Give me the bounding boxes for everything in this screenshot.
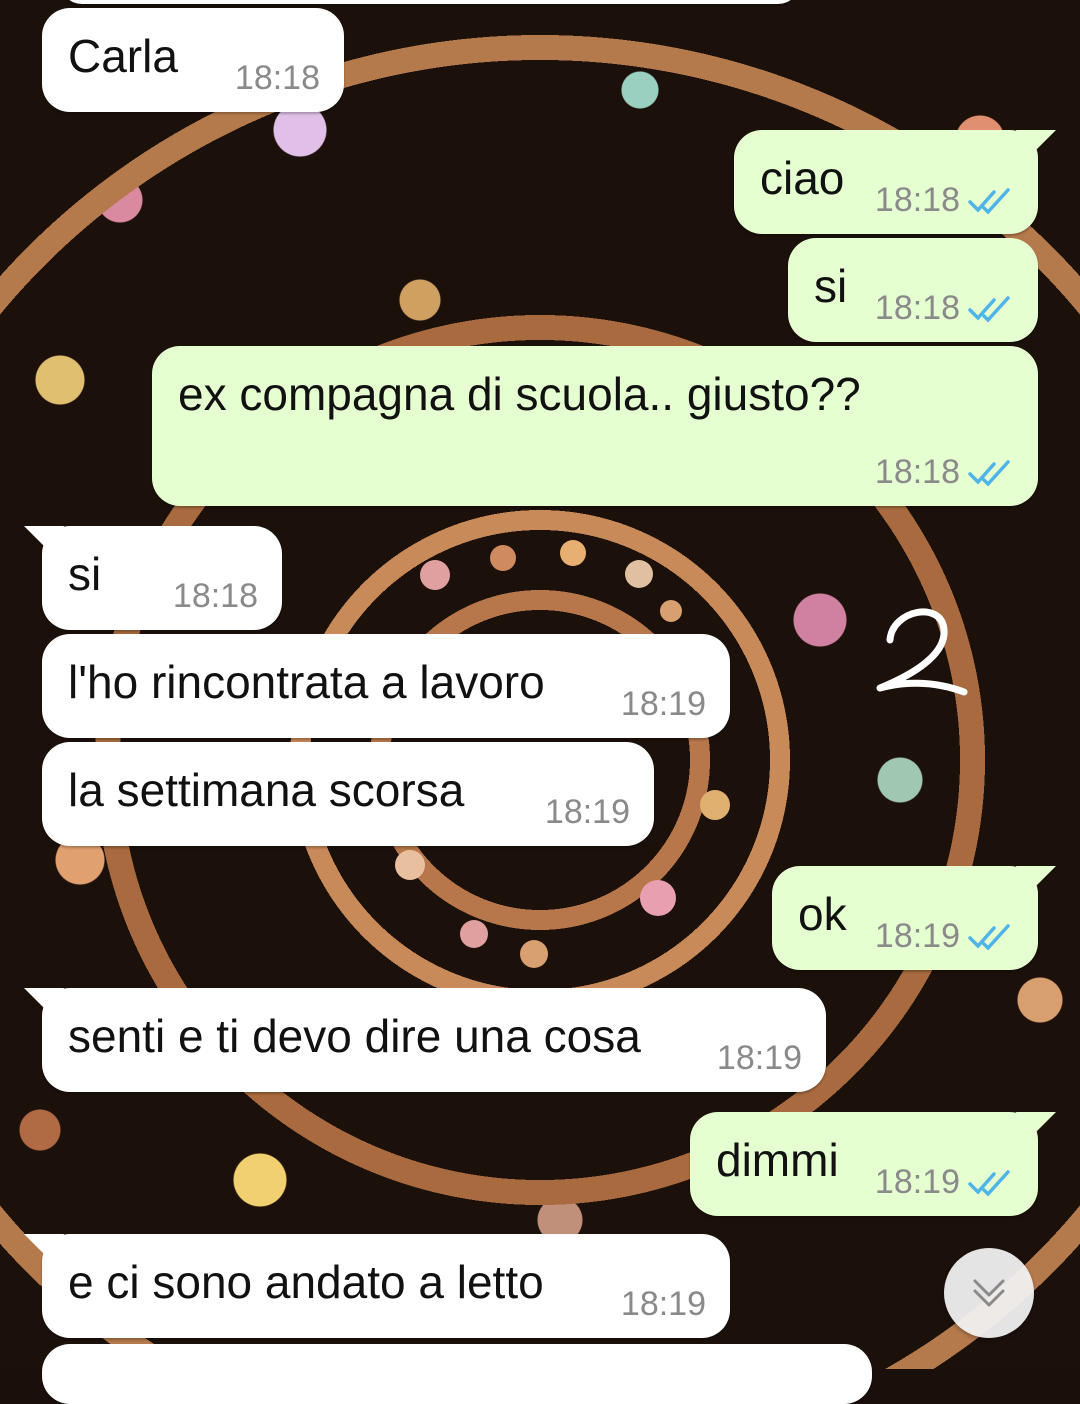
message-time: 18:18 — [874, 181, 960, 219]
double-check-icon — [968, 459, 1010, 487]
message-time: 18:19 — [874, 1163, 960, 1201]
message-incoming[interactable]: si 18:18 — [24, 526, 282, 630]
message-time: 18:19 — [716, 1039, 802, 1077]
bubble-tail — [24, 988, 64, 1018]
message-time: 18:18 — [874, 453, 960, 491]
message-incoming[interactable]: Carla 18:18 — [42, 8, 344, 112]
message-outgoing[interactable]: si 18:18 — [788, 238, 1038, 342]
message-incoming-partial[interactable] — [60, 0, 800, 4]
message-text: si — [68, 548, 102, 600]
message-outgoing[interactable]: ciao 18:18 — [734, 130, 1056, 234]
message-incoming[interactable]: l'ho rincontrata a lavoro 18:19 — [42, 634, 730, 738]
message-incoming-partial[interactable] — [42, 1344, 872, 1404]
message-text: si — [814, 260, 848, 312]
message-text: dimmi — [716, 1134, 839, 1186]
message-time: 18:19 — [544, 793, 630, 831]
bubble-tail — [1016, 130, 1056, 160]
message-time: 18:18 — [874, 289, 960, 327]
bubble-tail — [1016, 1112, 1056, 1142]
bubble-tail — [24, 1234, 64, 1264]
message-text: senti e ti devo dire una cosa — [68, 1010, 641, 1062]
message-time: 18:19 — [620, 1285, 706, 1323]
message-text: la settimana scorsa — [68, 764, 465, 816]
message-text: ex compagna di scuola.. giusto?? — [178, 368, 861, 420]
message-incoming[interactable]: senti e ti devo dire una cosa 18:19 — [24, 988, 826, 1092]
message-time: 18:18 — [234, 59, 320, 97]
message-text: l'ho rincontrata a lavoro — [68, 656, 545, 708]
message-outgoing[interactable]: ex compagna di scuola.. giusto?? 18:18 — [152, 346, 1038, 506]
double-check-icon — [968, 923, 1010, 951]
message-time: 18:19 — [874, 917, 960, 955]
message-text: ciao — [760, 152, 845, 204]
message-incoming[interactable]: e ci sono andato a letto 18:19 — [24, 1234, 730, 1338]
message-text: ok — [798, 888, 847, 940]
double-check-icon — [968, 1169, 1010, 1197]
bubble-tail — [1016, 866, 1056, 896]
message-outgoing[interactable]: ok 18:19 — [772, 866, 1056, 970]
double-check-icon — [968, 187, 1010, 215]
scroll-to-bottom-button[interactable] — [944, 1248, 1034, 1338]
message-time: 18:19 — [620, 685, 706, 723]
message-text: Carla — [68, 30, 178, 82]
handwritten-annotation — [876, 608, 968, 696]
chevron-double-down-icon — [973, 1279, 1005, 1307]
message-time: 18:18 — [172, 577, 258, 615]
bubble-tail — [24, 526, 64, 556]
message-text: e ci sono andato a letto — [68, 1256, 544, 1308]
double-check-icon — [968, 295, 1010, 323]
message-incoming[interactable]: la settimana scorsa 18:19 — [42, 742, 654, 846]
message-outgoing[interactable]: dimmi 18:19 — [690, 1112, 1056, 1216]
